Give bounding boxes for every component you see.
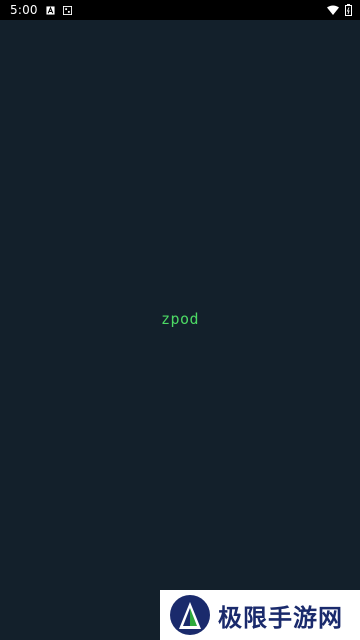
status-time: 5:00 (10, 3, 38, 17)
notification-a-icon (46, 5, 55, 15)
notification-sim-icon (62, 5, 72, 15)
app-title: zpod (160, 310, 200, 328)
status-bar: 5:00 (0, 0, 360, 20)
watermark-text: 极限手游网 (218, 603, 343, 632)
status-bar-right (327, 4, 352, 16)
jixian-logo-icon (170, 595, 210, 635)
splash-screen: zpod (0, 20, 360, 640)
watermark-badge: 极限手游网 (160, 590, 360, 640)
wifi-icon (327, 5, 339, 15)
battery-icon (345, 4, 352, 16)
status-bar-left: 5:00 (10, 3, 72, 17)
